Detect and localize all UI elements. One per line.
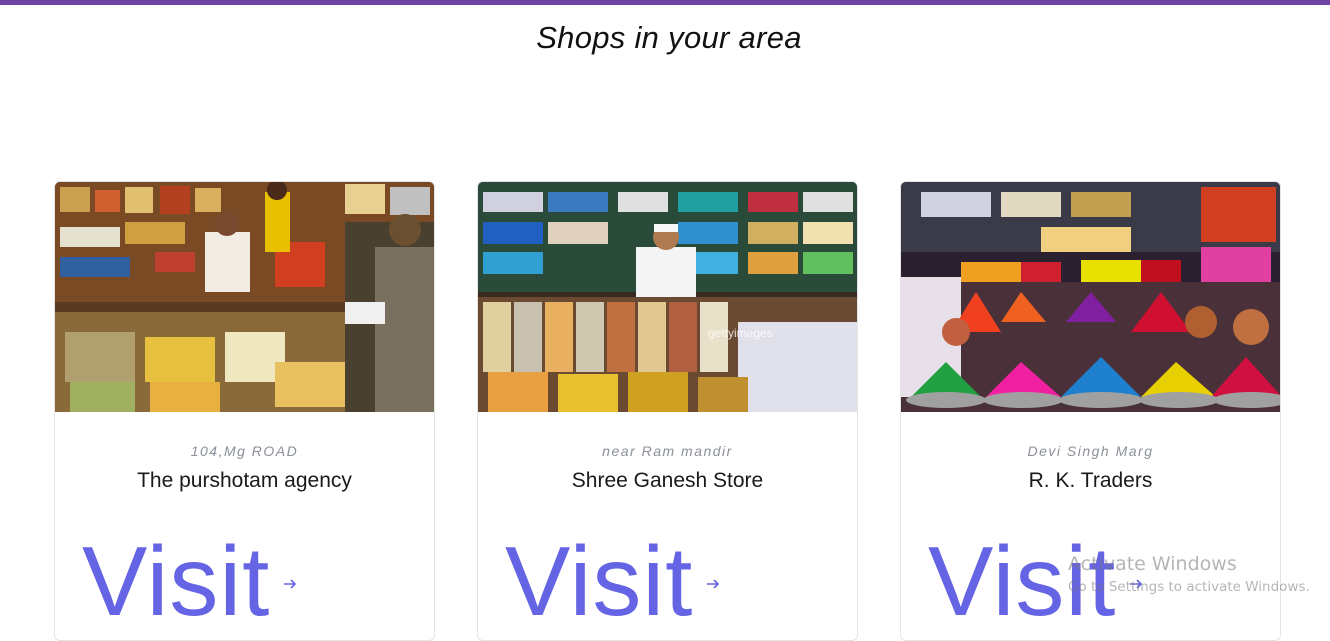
shop-image: gettyimages [478,182,857,412]
visit-label: Visit [505,526,694,636]
shop-address: 104,Mg ROAD [190,443,299,459]
shop-card: Devi Singh Marg R. K. Traders Visit [900,181,1281,641]
shop-image [55,182,434,412]
top-accent-bar [0,0,1330,5]
visit-link[interactable]: Visit [505,532,721,630]
visit-label: Visit [928,526,1117,636]
shop-address: Devi Singh Marg [1027,443,1154,459]
shop-image [901,182,1280,412]
arrow-right-icon [282,576,298,597]
shop-name: R. K. Traders [1028,469,1153,492]
shop-name: The purshotam agency [137,469,352,492]
visit-link[interactable]: Visit [928,532,1144,630]
shop-card: gettyimages near Ram mandir Shree Ganesh… [477,181,858,641]
shop-name: Shree Ganesh Store [571,469,764,492]
arrow-right-icon [1128,576,1144,597]
page-title: Shops in your area [536,20,802,55]
arrow-right-icon [705,576,721,597]
visit-label: Visit [82,526,271,636]
svg-text:gettyimages: gettyimages [708,326,773,340]
shop-card: 104,Mg ROAD The purshotam agency Visit [54,181,435,641]
visit-link[interactable]: Visit [82,532,298,630]
shop-address: near Ram mandir [602,443,733,459]
